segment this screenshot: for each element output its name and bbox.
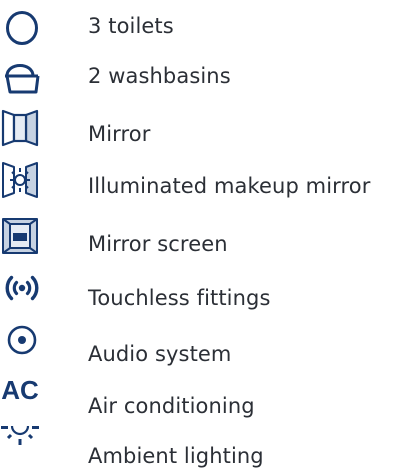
feature-row-touchless: Touchless fittings [0,270,417,314]
touchless-icon [2,270,42,310]
toilet-icon [6,8,46,48]
feature-list: 3 toilets 2 washbasins Mirror Illuminate… [0,0,417,475]
feature-label-washbasins: 2 washbasins [88,64,231,88]
feature-label-audio: Audio system [88,342,232,366]
ac-glyph: AC [1,375,39,405]
feature-row-mirror-screen: Mirror screen [0,216,417,260]
mirror-icon [0,108,40,148]
feature-row-air-conditioning: AC Air conditioning [0,374,417,418]
feature-row-ambient-lighting: Ambient lighting [0,422,417,468]
feature-row-mirror: Mirror [0,108,417,152]
washbasin-icon [2,56,42,96]
feature-label-ambient-lighting: Ambient lighting [88,444,264,468]
audio-icon [6,324,46,364]
ambient-lighting-icon [0,422,40,462]
illuminated-mirror-icon [0,160,40,200]
air-conditioning-icon: AC [0,374,40,414]
feature-row-toilets: 3 toilets [0,4,417,48]
feature-label-mirror-screen: Mirror screen [88,232,228,256]
feature-label-touchless: Touchless fittings [88,286,271,310]
feature-row-washbasins: 2 washbasins [0,52,417,96]
feature-row-audio: Audio system [0,324,417,368]
feature-label-toilets: 3 toilets [88,14,174,38]
feature-label-illuminated-mirror: Illuminated makeup mirror [88,174,371,198]
feature-row-illuminated-mirror: Illuminated makeup mirror [0,160,417,204]
mirror-screen-icon [0,216,40,256]
feature-label-air-conditioning: Air conditioning [88,394,255,418]
feature-label-mirror: Mirror [88,122,151,146]
